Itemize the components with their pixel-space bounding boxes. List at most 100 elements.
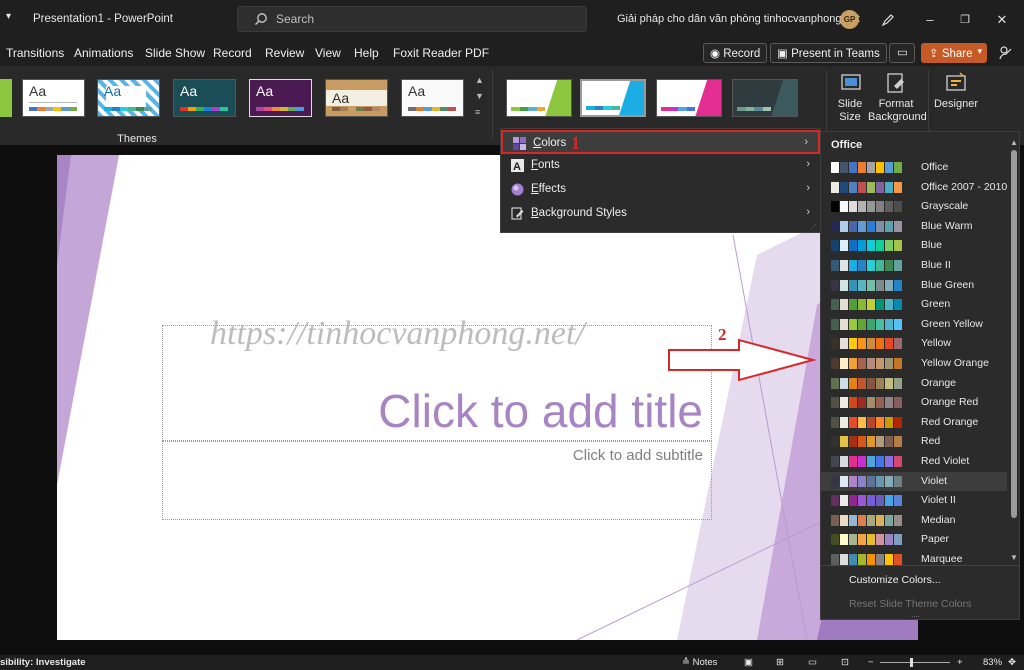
color-scheme-item[interactable]: Office 2007 - 2010	[821, 178, 1007, 197]
color-scheme-item[interactable]: Office	[821, 158, 1007, 177]
color-scheme-item[interactable]: Marquee	[821, 550, 1007, 569]
theme-thumbnail-3[interactable]: Aa	[173, 79, 236, 117]
tab-animations[interactable]: Animations	[74, 46, 133, 60]
designer-button[interactable]: Designer	[932, 70, 980, 128]
color-swatch	[840, 260, 848, 271]
variant-thumbnail-4[interactable]	[732, 79, 798, 117]
color-scheme-item[interactable]: Paper	[821, 530, 1007, 549]
theme-thumbnail-4[interactable]: Aa	[249, 79, 312, 117]
fit-to-window-icon[interactable]: ✥	[1008, 657, 1016, 668]
notes-button[interactable]: ≙ Notes	[682, 657, 717, 668]
scroll-down-icon[interactable]: ▼	[1010, 553, 1018, 562]
variant-thumbnail-1[interactable]	[506, 79, 572, 117]
scrollbar-thumb[interactable]	[1011, 150, 1017, 518]
color-scheme-item[interactable]: Blue Green	[821, 276, 1007, 295]
color-scheme-item[interactable]: Violet	[821, 471, 1007, 491]
zoom-slider-thumb[interactable]	[910, 658, 913, 667]
tab-slide-show[interactable]: Slide Show	[145, 46, 205, 60]
color-swatch	[867, 534, 875, 546]
color-scheme-item[interactable]: Median	[821, 511, 1007, 530]
share-button[interactable]: ⇪ Share ▾	[921, 43, 987, 63]
comments-button[interactable]: ▭	[889, 43, 915, 63]
tab-transitions[interactable]: Transitions	[6, 46, 64, 60]
color-scheme-item[interactable]: Red Orange	[821, 413, 1007, 432]
tab-view[interactable]: View	[315, 46, 341, 60]
color-scheme-item[interactable]: Blue Warm	[821, 217, 1007, 236]
color-scheme-item[interactable]: Red	[821, 432, 1007, 451]
accessibility-status[interactable]: sibility: Investigate	[0, 657, 86, 668]
color-swatch	[840, 377, 848, 389]
color-swatch	[876, 436, 884, 448]
color-scheme-item[interactable]: Green Yellow	[821, 315, 1007, 334]
pen-icon[interactable]	[880, 12, 896, 28]
color-swatch	[876, 240, 884, 252]
format-background-button[interactable]: Format Background	[868, 70, 927, 128]
color-swatches	[831, 554, 903, 565]
color-scheme-item[interactable]: Grayscale	[821, 197, 1007, 216]
theme-thumbnail-5[interactable]: Aa	[325, 79, 388, 117]
color-swatch	[894, 475, 902, 487]
scroll-up-icon[interactable]: ▲	[1010, 138, 1018, 147]
variant-thumbnail-2[interactable]	[580, 79, 646, 117]
subtitle-placeholder[interactable]: Click to add subtitle	[162, 441, 712, 520]
chevron-down-icon[interactable]: ▼	[475, 91, 484, 101]
theme-thumbnail-1[interactable]: Aa	[22, 79, 85, 117]
zoom-slider[interactable]	[880, 662, 950, 663]
color-swatch	[894, 436, 902, 448]
search-placeholder: Search	[276, 12, 315, 26]
minimize-button[interactable]: –	[920, 10, 940, 30]
theme-thumbnail-2[interactable]: Aa	[97, 79, 160, 117]
color-scheme-item[interactable]: Red Violet	[821, 452, 1007, 471]
reading-view-icon[interactable]: ▭	[808, 657, 817, 668]
present-in-teams-button[interactable]: ▣ Present in Teams	[770, 43, 887, 63]
quick-access-dropdown-icon[interactable]: ▾	[6, 11, 11, 22]
zoom-in-icon[interactable]: +	[957, 657, 963, 668]
zoom-level[interactable]: 83%	[983, 657, 1002, 668]
variant-thumbnail-3[interactable]	[656, 79, 722, 117]
menu-item-effects[interactable]: Effects ›	[501, 178, 820, 202]
color-scheme-item[interactable]: Yellow Orange	[821, 354, 1007, 373]
gallery-expand-icon[interactable]: ≡	[475, 107, 480, 117]
theme-partial-thumbnail[interactable]	[0, 79, 12, 117]
color-scheme-item[interactable]: Violet II	[821, 491, 1007, 510]
color-scheme-item[interactable]: Yellow	[821, 334, 1007, 353]
record-button[interactable]: ◉ Record	[703, 43, 768, 63]
search-box[interactable]: Search	[237, 6, 587, 32]
menu-item-fonts[interactable]: A Fonts ›	[501, 154, 820, 178]
feedback-icon[interactable]	[998, 45, 1014, 61]
tab-record[interactable]: Record	[213, 46, 252, 60]
color-scheme-item[interactable]: Blue	[821, 236, 1007, 255]
customize-colors-item[interactable]: Customize Colors...	[849, 574, 941, 586]
restore-button[interactable]: ❐	[955, 10, 975, 30]
color-swatch	[894, 554, 902, 565]
resize-grip-icon[interactable]: ⋰	[810, 223, 817, 231]
color-swatch	[876, 514, 884, 526]
account-name[interactable]: Giải pháp cho dân văn phòng tinhocvanpho…	[617, 13, 860, 25]
color-scheme-item[interactable]: Blue II	[821, 256, 1007, 275]
normal-view-icon[interactable]: ▣	[744, 657, 753, 668]
menu-item-colors[interactable]: Colors 1 ›	[501, 130, 820, 154]
chevron-right-icon: ›	[804, 136, 808, 148]
chevron-up-icon[interactable]: ▲	[475, 75, 484, 85]
variants-gallery-scroll[interactable]	[808, 73, 822, 123]
color-scheme-item[interactable]: Green	[821, 295, 1007, 314]
themes-gallery-scroll[interactable]: ▲ ▼ ≡	[471, 73, 487, 125]
tab-foxit-reader-pdf[interactable]: Foxit Reader PDF	[393, 46, 489, 60]
color-scheme-item[interactable]: Orange	[821, 374, 1007, 393]
tab-review[interactable]: Review	[265, 46, 304, 60]
avatar[interactable]: GP	[840, 10, 859, 29]
zoom-out-icon[interactable]: −	[868, 657, 874, 668]
color-swatch	[858, 495, 866, 507]
close-button[interactable]: ✕	[992, 10, 1012, 30]
slide-sorter-icon[interactable]: ⊞	[776, 657, 784, 668]
colors-scrollbar[interactable]: ▲ ▼	[1010, 138, 1019, 568]
color-swatch	[867, 436, 875, 448]
theme-thumbnail-6[interactable]: Aa	[401, 79, 464, 117]
background-styles-icon	[511, 207, 524, 220]
slide-show-icon[interactable]: ⊡	[841, 657, 849, 668]
resize-grip-icon[interactable]: ....	[911, 610, 920, 619]
color-scheme-item[interactable]: Orange Red	[821, 393, 1007, 412]
menu-item-background-styles[interactable]: Background Styles ›	[501, 202, 820, 226]
tab-help[interactable]: Help	[354, 46, 379, 60]
slide-size-button[interactable]: Slide Size	[832, 70, 868, 128]
